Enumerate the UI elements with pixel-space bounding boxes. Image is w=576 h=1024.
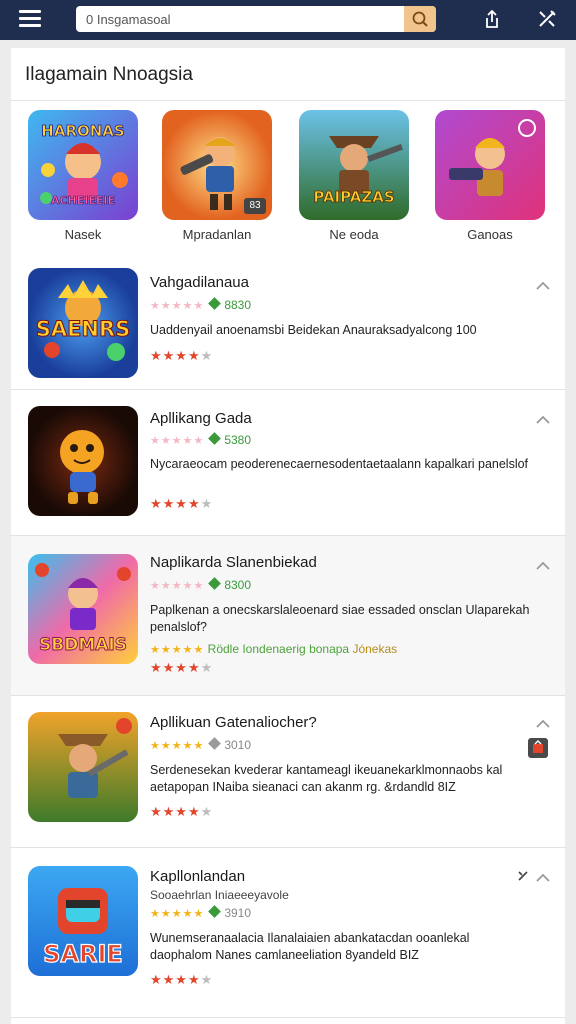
panel-title: Ilagamain Nnoagsia (25, 64, 193, 85)
category-4-image (435, 110, 545, 220)
category-1-art-subtext: ACHEIEEIE (51, 194, 115, 207)
category-2-image: 83 (162, 110, 272, 220)
app-list-item-1[interactable]: SAENRS Vahgadilanaua ★★★★★ 8830 Uaddenyai… (11, 258, 565, 390)
main-panel: Ilagamain Nnoagsia HARONAS ACHEIEEIE Nas… (11, 48, 565, 1024)
gem-icon (208, 577, 222, 590)
chevron-up-icon[interactable] (535, 414, 551, 426)
search-button[interactable] (404, 6, 436, 32)
app-name: Apllikang Gada (150, 410, 252, 427)
promo-text: Rödle Iondenaerig bonapa (207, 642, 350, 656)
category-tile-2[interactable]: 83 Mpradanlan (162, 110, 272, 250)
app-subtitle: Sooaehrlan Iniaeeeyavole (150, 888, 289, 902)
app-5-art-text: SARIE (43, 940, 123, 968)
tools-icon[interactable] (536, 8, 558, 30)
category-tile-4[interactable]: Ganoas (435, 110, 545, 250)
app-description: Uaddenyail anoenamsbi Beidekan Anauraksa… (150, 323, 477, 337)
category-1-image: HARONAS ACHEIEEIE (28, 110, 138, 220)
app-list-item-3[interactable]: SBDMAIS Naplikarda Slanenbiekad ★★★★★ 830… (11, 536, 565, 696)
app-price: 3010 (224, 738, 252, 752)
category-3-image: PAIPAZAS (299, 110, 409, 220)
app-list-item-4[interactable]: Apllikuan Gatenaliocher? ★★★★★ 3010 Serde… (11, 696, 565, 848)
gem-icon (208, 737, 222, 750)
app-3-icon: SBDMAIS (28, 554, 138, 664)
app-1-art-text: SAENRS (36, 317, 131, 341)
chevron-up-icon[interactable] (535, 718, 551, 730)
app-description: Serdenesekan kvederar kantameagl ikeuane… (150, 763, 503, 794)
divider (11, 100, 565, 101)
app-1-icon: SAENRS (28, 268, 138, 378)
rating-stars-faint: ★★★★★ (150, 580, 205, 592)
app-rating: ★★★★★ (150, 660, 214, 675)
app-price: 8830 (224, 298, 252, 312)
rating-stars-faint: ★★★★★ (150, 300, 205, 312)
search-box[interactable] (76, 6, 436, 32)
rating-stars-gold: ★★★★★ (150, 644, 205, 656)
app-5-icon: SARIE (28, 866, 138, 976)
app-description: Nycaraeocam peoderenecaernesodentaetaala… (150, 457, 529, 471)
rating-stars-gold: ★★★★★ (150, 740, 205, 752)
app-price: 5380 (224, 433, 252, 447)
app-meta: ★★★★★ 3010 (150, 737, 252, 752)
chevron-up-icon[interactable] (535, 872, 551, 884)
share-icon[interactable] (481, 8, 503, 30)
app-meta: ★★★★★ 3910 (150, 905, 252, 920)
chevron-up-icon[interactable] (535, 560, 551, 572)
app-3-art-text: SBDMAIS (39, 635, 127, 655)
app-rating: ★★★★★ (150, 972, 214, 987)
app-4-icon (28, 712, 138, 822)
app-promo: ★★★★★ Rödle Iondenaerig bonapa Jónekas (150, 642, 397, 656)
category-label: Mpradanlan (182, 227, 252, 242)
app-price: 8300 (224, 578, 252, 592)
app-description: Wunemseranaalacia Ilanalaiaien abankatac… (150, 931, 470, 962)
app-list-item-5[interactable]: SARIE Kapllonlandan Sooaehrlan Iniaeeeya… (11, 848, 565, 1018)
search-input[interactable] (76, 6, 404, 32)
rating-stars-faint: ★★★★★ (150, 435, 205, 447)
app-name: Vahgadilanaua (150, 274, 249, 291)
install-badge-icon[interactable] (528, 738, 548, 758)
promo-tag: Jónekas (352, 642, 398, 656)
top-bar (0, 0, 576, 40)
app-rating: ★★★★★ (150, 804, 214, 819)
gem-icon (208, 905, 222, 918)
app-2-icon (28, 406, 138, 516)
app-name: Naplikarda Slanenbiekad (150, 554, 317, 571)
category-label: Ne eoda (329, 227, 379, 242)
app-rating: ★★★★★ (150, 496, 214, 511)
category-label: Ganoas (467, 227, 513, 242)
app-name: Apllikuan Gatenaliocher? (150, 714, 317, 731)
divider (11, 1017, 565, 1018)
app-meta: ★★★★★ 5380 (150, 432, 252, 447)
category-1-art-text: HARONAS (41, 122, 124, 140)
chevron-up-icon[interactable] (535, 280, 551, 292)
category-3-art-text: PAIPAZAS (313, 188, 394, 206)
gem-icon (208, 432, 222, 445)
app-description: Paplkenan a onecskarslaleoenard siae ess… (150, 603, 530, 634)
app-rating: ★★★★★ (150, 348, 214, 363)
category-tile-1[interactable]: HARONAS ACHEIEEIE Nasek (28, 110, 138, 250)
app-name: Kapllonlandan (150, 868, 246, 885)
gem-icon (208, 297, 222, 310)
app-meta: ★★★★★ 8830 (150, 297, 252, 312)
tools-icon[interactable] (517, 870, 529, 882)
search-icon (412, 11, 428, 27)
app-list-item-2[interactable]: Apllikang Gada ★★★★★ 5380 Nycaraeocam peo… (11, 390, 565, 536)
app-price: 3910 (224, 906, 252, 920)
category-tile-3[interactable]: PAIPAZAS Ne eoda (299, 110, 409, 250)
category-2-badge: 83 (244, 198, 266, 214)
rating-stars-gold: ★★★★★ (150, 908, 205, 920)
category-label: Nasek (64, 227, 102, 242)
menu-icon[interactable] (19, 9, 41, 29)
app-meta: ★★★★★ 8300 (150, 577, 252, 592)
